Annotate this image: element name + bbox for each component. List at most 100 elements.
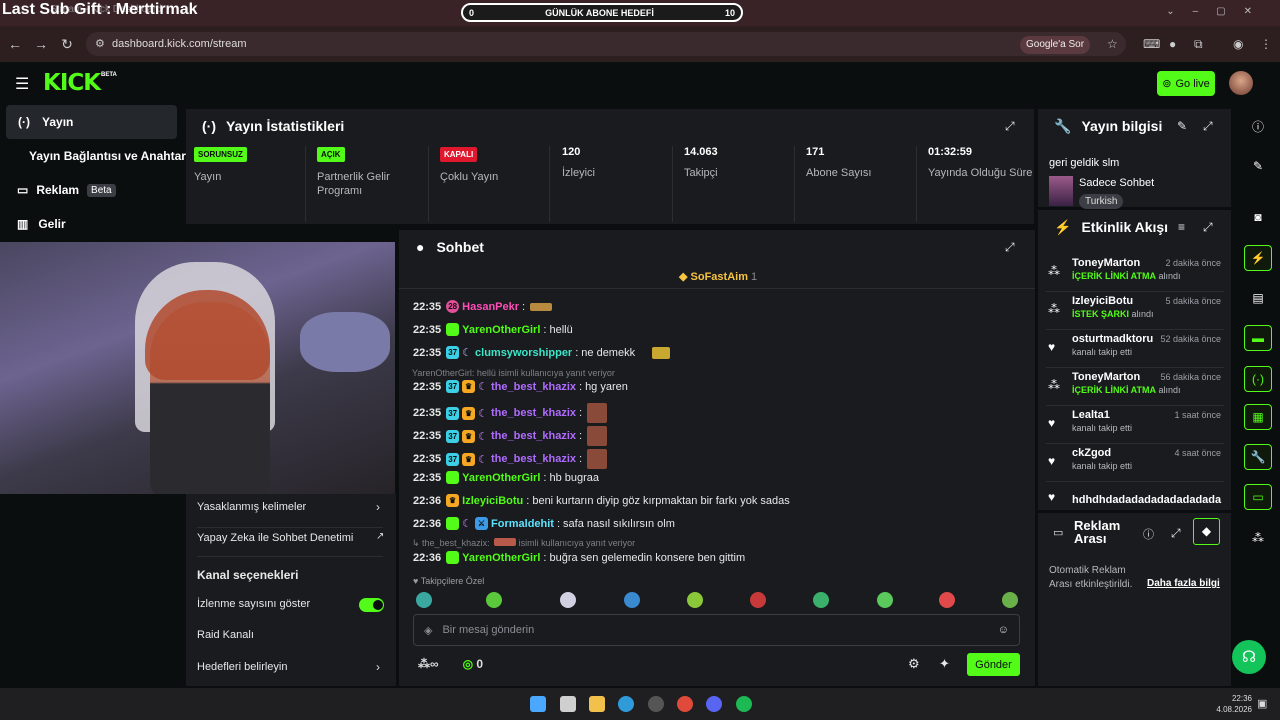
emote-icon[interactable] [750,592,766,608]
broadcast-icon[interactable]: (·) [1244,366,1272,392]
redeem-icon[interactable]: ⁂ [1244,525,1272,551]
chat-message[interactable]: 22:36 YarenOtherGirl: buğra sen gelemedin … [413,551,745,564]
send-button[interactable]: Gönder [967,653,1020,676]
popout-icon[interactable]: ⤢ [1005,119,1015,134]
feed-event[interactable]: ♥ hdhdhdadadadadadadadada [1046,488,1224,508]
bookmark-star-icon[interactable]: ☆ [1107,37,1118,51]
forward-icon[interactable]: → [30,36,52,52]
category-name[interactable]: Sadece Sohbet [1079,177,1154,189]
chrome-icon[interactable] [677,696,693,712]
notification-bell-icon[interactable]: ▣ [1257,697,1267,710]
banned-words-link[interactable]: Yasaklanmış kelimeler [197,501,306,513]
chat-bubble-icon[interactable]: ▬ [1244,325,1272,351]
edge-icon[interactable] [618,696,634,712]
chat-message[interactable]: 22:35 37 ♛ ☾ the_best_khazix: hg yaren [413,380,628,393]
popout-icon[interactable]: ⤢ [1005,240,1015,255]
msg-user[interactable]: clumsyworshipper [475,347,572,359]
emote-icon[interactable] [624,592,640,608]
extensions-puzzle-icon[interactable]: ⧉ [1194,37,1203,52]
msg-user[interactable]: the_best_khazix [491,407,576,419]
info-icon[interactable]: ⓘ [1244,113,1272,139]
points-counter[interactable]: ◎ 0 [463,657,484,671]
users-infinity-icon[interactable]: ⁂∞ [418,657,439,671]
raid-channel-link[interactable]: Raid Kanalı [197,629,254,641]
panel-icon[interactable]: ▭ [1244,484,1272,510]
popout-icon[interactable]: ⤢ [1203,220,1213,235]
chat-message[interactable]: 22:35 28 HasanPekr: [413,300,555,313]
sidebar-item-yayin[interactable]: (·) Yayın [6,105,177,139]
emote-icon[interactable] [560,592,576,608]
msg-user[interactable]: HasanPekr [462,301,519,313]
sidebar-item-gelir[interactable]: ▥ Gelir [17,217,66,231]
extension-icon[interactable]: ● [1169,37,1176,51]
back-icon[interactable]: ← [4,36,26,52]
spotify-icon[interactable] [736,696,752,712]
chat-input[interactable]: ◈ Bir mesaj gönderin ☺ [413,614,1020,646]
support-headset-icon[interactable]: ☊ [1232,640,1266,674]
feed-event[interactable]: ⁂ ToneyMarton 2 dakika önce İÇERİK LİNKİ AT… [1046,255,1224,292]
msg-user[interactable]: IzleyiciBotu [462,495,523,507]
reply-context[interactable]: ↳ the_best_khazix: isimli kullanıcıya ya… [412,538,635,549]
discord-icon[interactable] [706,696,722,712]
edit-pencil-icon[interactable]: ✎ [1244,153,1272,179]
msg-user[interactable]: the_best_khazix [491,453,576,465]
hamburger-menu-icon[interactable]: ☰ [15,74,29,94]
emote-icon[interactable] [416,592,432,608]
mod-tools-icon[interactable]: ✦ [939,656,950,672]
msg-user[interactable]: the_best_khazix [491,430,576,442]
address-bar[interactable]: ⚙ dashboard.kick.com/stream [86,32,1126,56]
emote-icon[interactable] [939,592,955,608]
sidebar-item-reklam[interactable]: ▭ Reklam Beta [17,183,116,197]
go-live-button[interactable]: ⊚ Go live [1157,71,1215,96]
emote-icon[interactable] [1002,592,1018,608]
settings-gear-icon[interactable]: ⚙ [908,656,920,672]
set-goals-link[interactable]: Hedefleri belirleyin [197,661,288,673]
site-info-icon[interactable]: ⚙ [95,37,105,50]
google-ask-button[interactable]: Google'a Sor [1020,36,1091,54]
sidebar-item-stream-key[interactable]: Yayın Bağlantısı ve Anahtarı [29,149,189,163]
filter-icon[interactable]: ≡ [1178,220,1185,234]
msg-user[interactable]: YarenOtherGirl [462,552,540,564]
chat-message[interactable]: 22:35 37 ♛ ☾ the_best_khazix: [413,449,610,469]
lightning-icon[interactable]: ⚡ [1244,245,1272,271]
info-icon[interactable]: ⓘ [1143,526,1154,542]
obs-icon[interactable] [648,696,664,712]
ads-settings-button[interactable]: ◆ [1193,518,1220,545]
task-view-icon[interactable] [560,696,576,712]
pinned-gifter[interactable]: ◆ SoFastAim 1 [679,270,757,283]
emoji-icon[interactable]: ☺ [998,624,1009,636]
menu-dots-icon[interactable]: ⋮ [1260,37,1272,51]
file-explorer-icon[interactable] [589,696,605,712]
emote-icon[interactable] [486,592,502,608]
emote-icon[interactable] [687,592,703,608]
feed-event[interactable]: ♥ osturtmadktoru 52 dakika önce kanalı taki… [1046,331,1224,368]
kick-logo[interactable]: KICK [43,70,101,96]
feed-event[interactable]: ⁂ ToneyMarton 56 dakika önce İÇERİK LİNKİ A… [1046,369,1224,406]
edit-pencil-icon[interactable]: ✎ [1177,119,1187,133]
chat-message[interactable]: 22:35 37 ♛ ☾ the_best_khazix: [413,403,610,423]
chat-message[interactable]: 22:35 YarenOtherGirl: hellü [413,323,573,336]
msg-user[interactable]: Formaldehit [491,518,554,530]
wrench-icon[interactable]: 🔧 [1244,444,1272,470]
layout-icon[interactable]: ▦ [1244,404,1272,430]
document-icon[interactable]: ▤ [1244,285,1272,311]
profile-icon[interactable]: ◉ [1233,37,1243,51]
msg-user[interactable]: the_best_khazix [491,381,576,393]
msg-user[interactable]: YarenOtherGirl [462,472,540,484]
feed-event[interactable]: ⁂ IzleyiciBotu 5 dakika önce İSTEK ŞARKI al… [1046,293,1224,330]
chat-message[interactable]: 22:35 YarenOtherGirl: hb bugraa [413,471,599,484]
popout-icon[interactable]: ⤢ [1203,119,1213,134]
feed-event[interactable]: ♥ Lealta1 1 saat önce kanalı takip etti [1046,407,1224,444]
chat-message[interactable]: 22:35 37 ♛ ☾ the_best_khazix: [413,426,610,446]
avatar[interactable] [1229,71,1253,95]
emote-icon[interactable] [877,592,893,608]
popout-icon[interactable]: ⤢ [1171,526,1181,541]
learn-more-link[interactable]: Daha fazla bilgi [1147,578,1220,589]
reply-context[interactable]: YarenOtherGirl: hellü isimli kullanıcıya… [412,368,615,378]
window-controls[interactable]: ⌄–▢✕ [1166,6,1270,17]
feed-event[interactable]: ♥ ckZgod 4 saat önce kanalı takip etti [1046,445,1224,482]
system-clock[interactable]: 22:36 4.08.2026 [1212,693,1252,715]
translate-icon[interactable]: ⌨ [1143,37,1160,51]
chat-message[interactable]: 22:35 37 ☾ clumsyworshipper: ne demekk [413,346,671,359]
emote-icon[interactable] [813,592,829,608]
